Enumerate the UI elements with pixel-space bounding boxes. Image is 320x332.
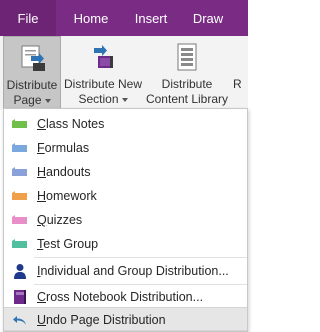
menu-item-cross-notebook-distribution[interactable]: Cross Notebook Distribution... <box>4 285 247 309</box>
section-tab-icon <box>12 215 27 224</box>
content-library-icon <box>177 43 197 71</box>
menu-item-class-notes[interactable]: Class Notes <box>4 112 247 136</box>
section-tab-icon <box>12 191 27 200</box>
tab-insert[interactable]: Insert <box>125 0 177 36</box>
chevron-down-icon <box>44 98 51 103</box>
tab-draw[interactable]: Draw <box>187 0 229 36</box>
menu-item-label: Formulas <box>37 141 90 155</box>
tab-file[interactable]: File <box>0 0 56 36</box>
chevron-down-icon <box>121 97 128 102</box>
tab-home[interactable]: Home <box>62 0 120 36</box>
menu-item-quizzes[interactable]: Quizzes <box>4 208 247 232</box>
menu-item-test-group[interactable]: Test Group <box>4 232 247 256</box>
undo-icon <box>13 316 26 325</box>
menu-separator <box>34 257 247 258</box>
notebook-icon <box>14 290 26 304</box>
ribbon: Distribute Page Distribute New Section D… <box>0 36 248 110</box>
ribbon-overflow-button[interactable]: R <box>233 36 248 110</box>
menu-item-label: Cross Notebook Distribution... <box>37 290 204 304</box>
menu-item-homework[interactable]: Homework <box>4 184 247 208</box>
menu-item-individual-group-distribution[interactable]: Individual and Group Distribution... <box>4 259 247 283</box>
menu-item-handouts[interactable]: Handouts <box>4 160 247 184</box>
menu-item-label: Class Notes <box>37 117 105 131</box>
distribute-page-icon <box>21 45 45 71</box>
distribute-page-button[interactable]: Distribute Page <box>3 36 61 110</box>
distribute-page-label-1: Distribute <box>6 78 58 92</box>
menu-item-label: Individual and Group Distribution... <box>37 264 229 278</box>
menu-item-label: Homework <box>37 189 97 203</box>
distribute-new-section-button[interactable]: Distribute New Section <box>63 36 143 110</box>
section-tab-icon <box>12 167 27 176</box>
menu-item-label: Undo Page Distribution <box>37 313 166 327</box>
ribbon-tab-bar: File Home Insert Draw <box>0 0 248 36</box>
distribute-section-icon <box>94 45 113 68</box>
ribbon-overflow-label: R <box>233 77 242 91</box>
person-icon <box>14 264 26 279</box>
distribute-content-library-label-1: Distribute <box>161 77 213 91</box>
section-tab-icon <box>12 239 27 248</box>
menu-item-formulas[interactable]: Formulas <box>4 136 247 160</box>
section-tab-icon <box>12 119 27 128</box>
menu-item-label: Quizzes <box>37 213 83 227</box>
menu-item-undo-page-distribution[interactable]: Undo Page Distribution <box>4 307 247 331</box>
distribute-page-menu: Class Notes Formulas Handouts Homework Q… <box>3 108 248 332</box>
distribute-content-library-label-2: Content Library <box>145 92 229 106</box>
distribute-page-label-2: Page <box>13 93 42 107</box>
menu-item-label: Test Group <box>37 237 99 251</box>
distribute-content-library-button[interactable]: Distribute Content Library <box>143 36 231 110</box>
distribute-new-section-label-1: Distribute New <box>63 77 143 91</box>
menu-item-label: Handouts <box>37 165 91 179</box>
distribute-new-section-label-2: Section <box>78 92 119 106</box>
section-tab-icon <box>12 143 27 152</box>
